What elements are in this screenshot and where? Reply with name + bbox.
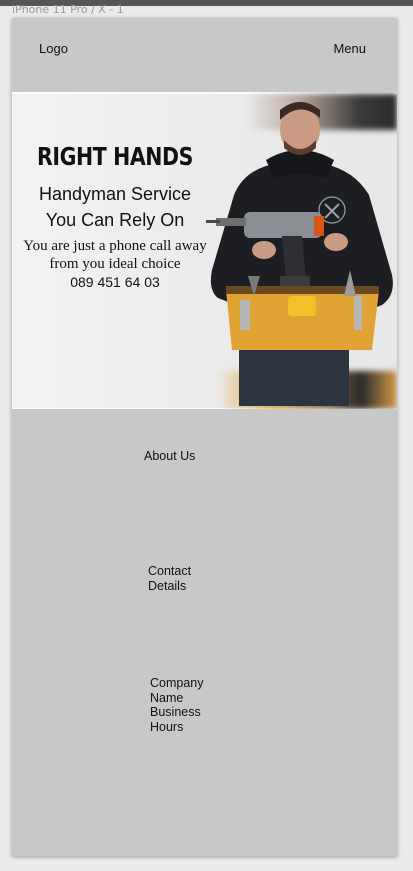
company-info-line-3: Business <box>150 705 201 719</box>
contact-details-line-2: Details <box>148 578 187 593</box>
hero-banner: RIGHT HANDS Handyman Service You Can Rel… <box>12 92 397 409</box>
company-info-line-4: Hours <box>150 719 184 734</box>
about-us-link[interactable]: About Us <box>144 449 195 464</box>
hero-body-line-1: You are just a phone call away <box>23 238 207 254</box>
phone-frame: Logo Menu RIGHT HANDS Handyman Service Y… <box>12 18 397 856</box>
about-us-label: About Us <box>144 449 196 463</box>
menu-button[interactable]: Menu <box>333 41 366 56</box>
hero-tagline-line-2: You Can Rely On <box>45 210 185 230</box>
contact-details-link[interactable]: Contact Details <box>148 564 191 593</box>
contact-details-line-1: Contact <box>148 564 192 578</box>
logo[interactable]: Logo <box>39 41 68 56</box>
hero-tagline-line-1: Handyman Service <box>38 184 192 204</box>
company-info-link[interactable]: Company Name Business Hours <box>150 676 204 734</box>
brand-name: RIGHT HANDS <box>37 142 193 171</box>
header: Logo Menu <box>12 18 397 92</box>
company-info-line-2: Name <box>150 690 184 705</box>
company-info-line-1: Company <box>150 676 204 690</box>
handyman-photo <box>206 102 393 406</box>
hero-body-line-2: from you ideal choice <box>49 256 181 272</box>
artboard-label: iPhone 11 Pro / X - 1 <box>12 3 124 16</box>
phone-number[interactable]: 089 451 64 03 <box>12 274 218 290</box>
